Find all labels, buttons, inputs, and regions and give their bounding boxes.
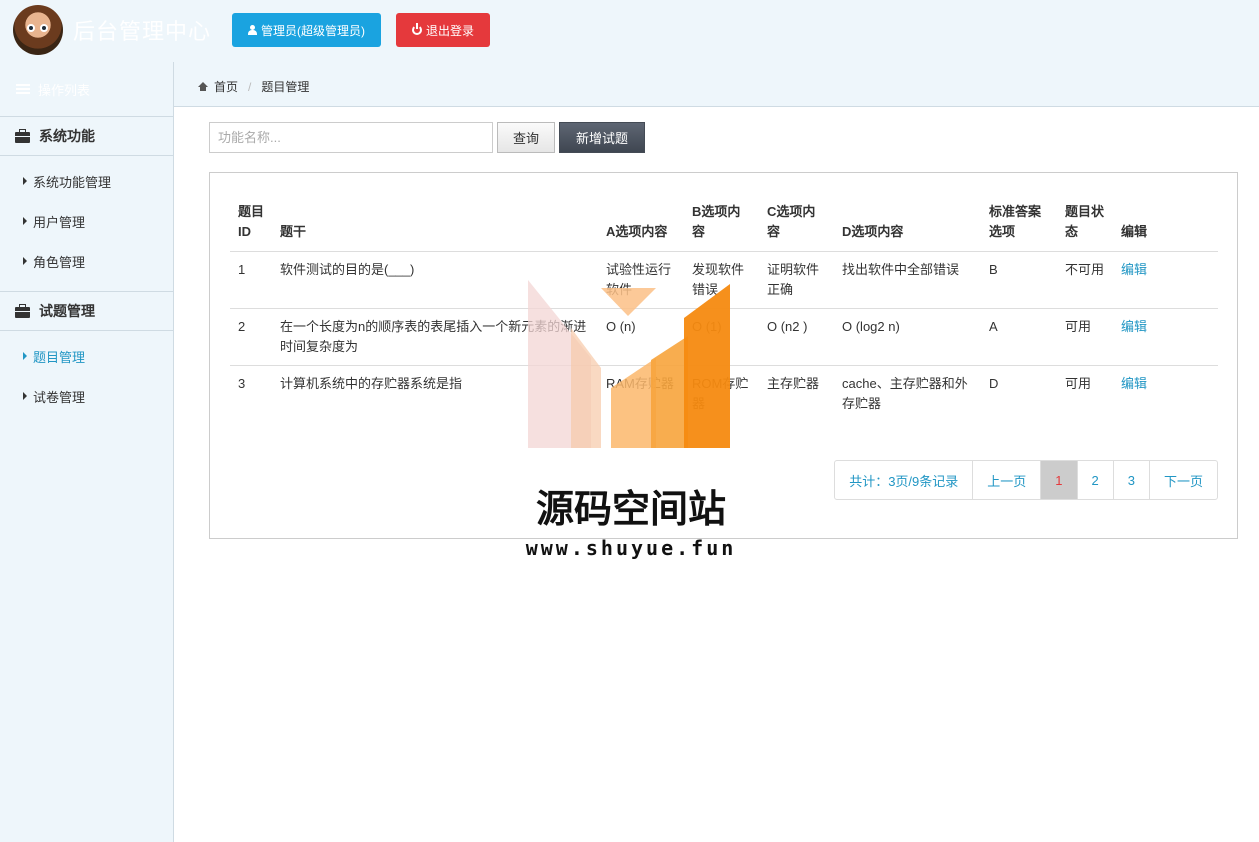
logout-button-label: 退出登录 (425, 23, 474, 38)
sidebar-item-papers[interactable]: 试卷管理 (0, 376, 173, 416)
cell-c: 主存贮器 (767, 376, 820, 391)
col-header-stem: 题干 (272, 198, 598, 252)
sidebar-item-questions[interactable]: 题目管理 (0, 336, 173, 376)
questions-table: 题目ID 题干 A选项内容 B选项内容 C选项内容 D选项内容 标准答案选项 题… (230, 198, 1218, 422)
edit-link[interactable]: 编辑 (1121, 262, 1147, 277)
breadcrumb-current: 题目管理 (261, 80, 310, 94)
cell-stem: 在一个长度为n的顺序表的表尾插入一个新元素的渐进时间复杂度为 (272, 308, 598, 366)
cell-id: 3 (238, 376, 246, 391)
sidebar-header: 操作列表 (0, 62, 173, 116)
cell-b: ROM存贮器 (692, 376, 749, 411)
cell-a: O (n) (598, 308, 684, 366)
pagination: 共计：3页/9条记录 上一页 1 2 3 下一页 (834, 460, 1218, 500)
caret-right-icon (23, 392, 27, 400)
caret-right-icon (23, 217, 27, 225)
sidebar-item-label: 用户管理 (33, 214, 86, 230)
pagination-prev[interactable]: 上一页 (972, 461, 1040, 499)
query-button[interactable]: 查询 (497, 122, 555, 153)
pagination-page-3[interactable]: 3 (1112, 461, 1149, 499)
sidebar-item-label: 系统功能管理 (33, 174, 112, 190)
sidebar-header-label: 操作列表 (38, 82, 91, 98)
avatar (13, 5, 63, 55)
cell-answer: A (981, 308, 1057, 366)
cell-edit: 编辑 (1113, 366, 1218, 423)
sidebar-item-roles[interactable]: 角色管理 (0, 241, 173, 281)
table-row: 3 计算机系统中的存贮器系统是指 RAM存贮器 ROM存贮器 主存贮器 cach… (230, 366, 1218, 423)
sidebar-item-label: 角色管理 (33, 254, 86, 270)
cell-stem: 软件测试的目的是(___) (272, 251, 598, 309)
sidebar-group-label: 系统功能 (39, 128, 95, 144)
breadcrumb: 首页 / 题目管理 (198, 78, 309, 95)
table-header-row: 题目ID 题干 A选项内容 B选项内容 C选项内容 D选项内容 标准答案选项 题… (230, 198, 1218, 252)
cell-b: 发现软件错误 (684, 251, 759, 309)
cell-b: O (1) (684, 308, 759, 366)
sidebar-item-label: 题目管理 (33, 349, 86, 365)
cell-c: O (n2 ) (759, 308, 834, 366)
briefcase-icon (15, 128, 30, 143)
cell-id: 1 (230, 251, 272, 309)
menu-icon (16, 84, 30, 94)
logout-button[interactable]: 退出登录 (396, 13, 490, 47)
sidebar-item-label: 试卷管理 (33, 389, 86, 405)
sidebar-item-users[interactable]: 用户管理 (0, 201, 173, 241)
sidebar-group-label: 试题管理 (39, 303, 95, 319)
breadcrumb-home[interactable]: 首页 (214, 78, 238, 95)
top-header: 后台管理中心 管理员(超级管理员) 退出登录 (0, 0, 1259, 62)
app-title: 后台管理中心 (73, 19, 212, 44)
pagination-next[interactable]: 下一页 (1148, 461, 1217, 499)
cell-answer: B (981, 251, 1057, 309)
sidebar: 操作列表 系统功能 系统功能管理 用户管理 角色管理 试题管理 题目管理 试卷管… (0, 62, 174, 842)
sidebar-list-exam: 题目管理 试卷管理 (0, 331, 173, 426)
edit-link[interactable]: 编辑 (1121, 376, 1147, 391)
caret-right-icon (23, 352, 27, 360)
user-icon (248, 25, 257, 35)
power-icon (411, 23, 422, 35)
cell-status: 不可用 (1057, 251, 1113, 309)
admin-button-label: 管理员(超级管理员) (261, 23, 365, 38)
sidebar-list-system: 系统功能管理 用户管理 角色管理 (0, 156, 173, 291)
cell-status: 可用 (1065, 376, 1092, 391)
cell-d: O (log2 n) (834, 308, 981, 366)
cell-status: 可用 (1057, 308, 1113, 366)
col-header-status: 题目状态 (1057, 198, 1113, 252)
admin-button[interactable]: 管理员(超级管理员) (232, 13, 381, 47)
cell-a: 试验性运行软件 (598, 251, 684, 309)
cell-answer: D (989, 376, 999, 391)
cell-d: 找出软件中全部错误 (834, 251, 981, 309)
cell-a: RAM存贮器 (606, 376, 674, 391)
table-row: 1 软件测试的目的是(___) 试验性运行软件 发现软件错误 证明软件正确 找出… (230, 251, 1218, 309)
briefcase-icon (15, 303, 30, 318)
search-input[interactable] (209, 122, 493, 153)
sidebar-group-system[interactable]: 系统功能 (0, 116, 173, 156)
col-header-answer: 标准答案选项 (981, 198, 1057, 252)
breadcrumb-separator: / (248, 79, 252, 94)
caret-right-icon (23, 257, 27, 265)
cell-edit: 编辑 (1113, 251, 1218, 309)
home-icon (198, 82, 208, 91)
col-header-id: 题目ID (230, 198, 272, 252)
cell-edit: 编辑 (1113, 308, 1218, 366)
cell-stem: 计算机系统中的存贮器系统是指 (280, 376, 463, 391)
add-question-button[interactable]: 新增试题 (559, 122, 645, 153)
pagination-summary: 共计：3页/9条记录 (849, 473, 959, 489)
edit-link[interactable]: 编辑 (1121, 319, 1147, 334)
pagination-page-1[interactable]: 1 (1040, 461, 1077, 499)
col-header-a: A选项内容 (598, 198, 684, 252)
cell-c: 证明软件正确 (759, 251, 834, 309)
col-header-d: D选项内容 (834, 198, 981, 252)
caret-right-icon (23, 177, 27, 185)
col-header-edit: 编辑 (1113, 198, 1218, 252)
col-header-c: C选项内容 (759, 198, 834, 252)
sidebar-item-system-functions[interactable]: 系统功能管理 (0, 161, 173, 201)
pagination-page-2[interactable]: 2 (1076, 461, 1113, 499)
main-content: 查询 新增试题 题目ID 题干 A选项内容 B选项内容 C选项内容 D选项内容 … (174, 106, 1259, 842)
table-row: 2 在一个长度为n的顺序表的表尾插入一个新元素的渐进时间复杂度为 O (n) O… (230, 308, 1218, 366)
sidebar-group-exam[interactable]: 试题管理 (0, 291, 173, 331)
cell-id: 2 (230, 308, 272, 366)
table-panel: 题目ID 题干 A选项内容 B选项内容 C选项内容 D选项内容 标准答案选项 题… (209, 172, 1238, 539)
cell-d: cache、主存贮器和外存贮器 (842, 376, 968, 411)
col-header-b: B选项内容 (684, 198, 759, 252)
